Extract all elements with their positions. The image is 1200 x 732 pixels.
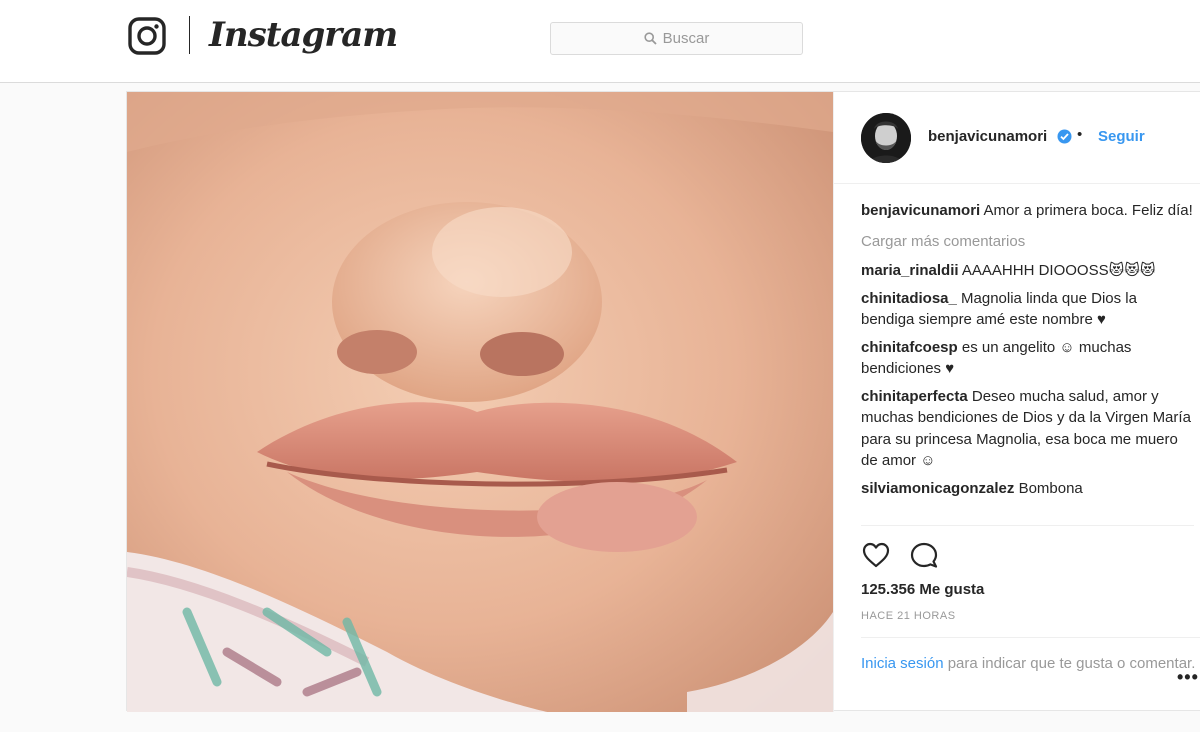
post-author-username[interactable]: benjavicunamori: [928, 128, 1047, 145]
verified-badge-icon: [1057, 129, 1072, 144]
comment-username[interactable]: silviamonicagonzalez: [861, 480, 1014, 497]
comment-item: maria_rinaldii AAAAHHH DIOOOSS😻😻😻: [861, 260, 1194, 282]
header-separator: •: [1077, 126, 1083, 143]
instagram-wordmark[interactable]: Instagram: [209, 13, 398, 57]
login-link[interactable]: Inicia sesión: [861, 655, 944, 672]
more-options-icon[interactable]: •••: [1177, 667, 1199, 688]
top-navbar: Instagram Buscar: [0, 0, 1200, 83]
comments-list: benjavicunamori Amor a primera boca. Fel…: [861, 200, 1194, 505]
post-timestamp[interactable]: HACE 21 HORAS: [861, 610, 956, 622]
search-icon: [644, 32, 657, 45]
heart-icon[interactable]: [861, 540, 891, 570]
login-prompt: Inicia sesión para indicar que te gusta …: [861, 637, 1200, 675]
comment-icon[interactable]: [909, 540, 939, 570]
comment-username[interactable]: chinitafcoesp: [861, 339, 958, 356]
login-prompt-text: para indicar que te gusta o comentar.: [947, 655, 1196, 672]
action-icons: [861, 540, 939, 570]
instagram-camera-icon[interactable]: [128, 17, 166, 55]
load-more-comments-link[interactable]: Cargar más comentarios: [861, 231, 1194, 253]
comment-text: AAAAHHH DIOOOSS😻😻😻: [961, 262, 1156, 279]
likes-count[interactable]: 125.356 Me gusta: [861, 581, 984, 598]
follow-button[interactable]: Seguir: [1098, 128, 1145, 145]
caption-text: Amor a primera boca. Feliz día!: [983, 202, 1193, 219]
search-input[interactable]: Buscar: [550, 22, 803, 55]
avatar[interactable]: [861, 113, 911, 163]
comment-username[interactable]: maria_rinaldii: [861, 262, 959, 279]
post-header: benjavicunamori • Seguir: [834, 92, 1200, 184]
comment-item: chinitadiosa_ Magnolia linda que Dios la…: [861, 288, 1194, 331]
comment-item: silviamonicagonzalez Bombona: [861, 478, 1194, 500]
comment-item: chinitaperfecta Deseo mucha salud, amor …: [861, 386, 1194, 472]
logo-divider: [189, 16, 190, 54]
post-photo[interactable]: [127, 92, 833, 712]
post-actions: 125.356 Me gusta HACE 21 HORAS: [861, 525, 1194, 622]
comment-username[interactable]: chinitadiosa_: [861, 290, 957, 307]
caption-username[interactable]: benjavicunamori: [861, 202, 980, 219]
post-caption: benjavicunamori Amor a primera boca. Fel…: [861, 200, 1194, 222]
comment-text: Bombona: [1018, 479, 1083, 497]
search-placeholder: Buscar: [662, 30, 710, 47]
comment-username[interactable]: chinitaperfecta: [861, 388, 968, 405]
post-card: benjavicunamori • Seguir benjavicunamori…: [126, 91, 1200, 712]
post-sidebar: benjavicunamori • Seguir benjavicunamori…: [833, 92, 1200, 712]
comment-item: chinitafcoesp es un angelito ☺ muchas be…: [861, 337, 1194, 380]
